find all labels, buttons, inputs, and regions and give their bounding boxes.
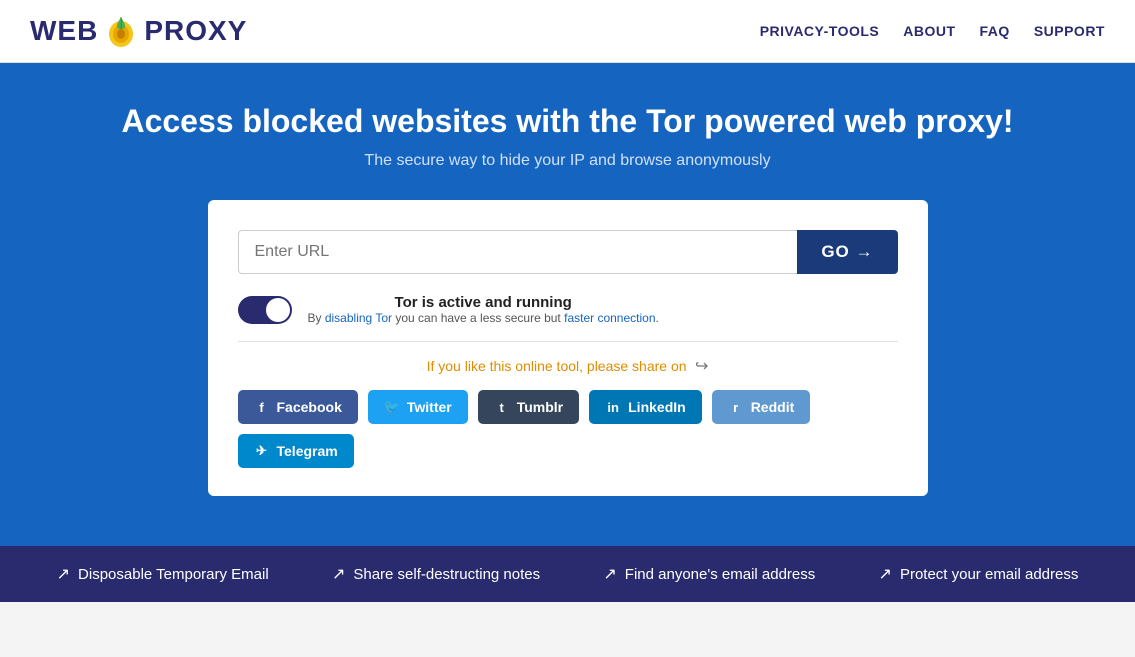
hero-subheading: The secure way to hide your IP and brows… <box>20 152 1115 170</box>
external-link-icon-1: ↗ <box>57 564 70 584</box>
reddit-share-button[interactable]: r Reddit <box>712 390 811 424</box>
linkedin-icon: in <box>605 399 621 415</box>
go-button[interactable]: GO → <box>797 230 897 274</box>
url-input[interactable] <box>238 230 798 274</box>
tumblr-icon: t <box>494 399 510 415</box>
linkedin-label: LinkedIn <box>628 399 686 415</box>
social-buttons: f Facebook 🐦 Twitter t Tumblr in LinkedI… <box>238 390 898 468</box>
external-link-icon-4: ↗ <box>879 564 892 584</box>
logo-icon <box>102 12 140 50</box>
share-text: If you like this online tool, please sha… <box>427 358 687 374</box>
twitter-label: Twitter <box>407 399 452 415</box>
reddit-label: Reddit <box>751 399 795 415</box>
tor-status-title: Tor is active and running <box>308 294 659 311</box>
logo: WEB PROXY <box>30 12 247 50</box>
hero-section: Access blocked websites with the Tor pow… <box>0 63 1135 546</box>
reddit-icon: r <box>728 399 744 415</box>
nav-support[interactable]: SUPPORT <box>1034 23 1105 39</box>
logo-web-text: WEB <box>30 15 98 47</box>
telegram-label: Telegram <box>277 443 338 459</box>
share-arrow-icon: ↪ <box>695 356 708 376</box>
footer-link-self-destruct[interactable]: ↗ Share self-destructing notes <box>332 564 540 584</box>
external-link-icon-2: ↗ <box>332 564 345 584</box>
twitter-share-button[interactable]: 🐦 Twitter <box>368 390 468 424</box>
facebook-icon: f <box>254 399 270 415</box>
tor-faster-link[interactable]: faster connection <box>564 311 655 325</box>
footer-link-label-1: Disposable Temporary Email <box>78 566 269 583</box>
main-nav: PRIVACY-TOOLS ABOUT FAQ SUPPORT <box>760 23 1105 39</box>
footer-link-label-2: Share self-destructing notes <box>353 566 540 583</box>
telegram-icon: ✈ <box>254 443 270 459</box>
logo-proxy-text: PROXY <box>144 15 247 47</box>
share-row: If you like this online tool, please sha… <box>238 356 898 376</box>
twitter-icon: 🐦 <box>384 399 400 415</box>
tor-disable-link[interactable]: disabling Tor <box>325 311 392 325</box>
tor-info: Tor is active and running By disabling T… <box>308 294 659 325</box>
card-divider <box>238 341 898 342</box>
tor-status-desc: By disabling Tor you can have a less sec… <box>308 311 659 325</box>
footer-link-disposable-email[interactable]: ↗ Disposable Temporary Email <box>57 564 269 584</box>
external-link-icon-3: ↗ <box>603 564 616 584</box>
nav-about[interactable]: ABOUT <box>903 23 955 39</box>
linkedin-share-button[interactable]: in LinkedIn <box>589 390 702 424</box>
facebook-label: Facebook <box>277 399 342 415</box>
facebook-share-button[interactable]: f Facebook <box>238 390 358 424</box>
tumblr-label: Tumblr <box>517 399 563 415</box>
footer-link-find-email[interactable]: ↗ Find anyone's email address <box>603 564 815 584</box>
nav-privacy-tools[interactable]: PRIVACY-TOOLS <box>760 23 880 39</box>
tor-toggle[interactable] <box>238 296 292 324</box>
hero-heading: Access blocked websites with the Tor pow… <box>20 103 1115 140</box>
url-row: GO → <box>238 230 898 274</box>
nav-faq[interactable]: FAQ <box>980 23 1010 39</box>
toggle-knob <box>266 298 290 322</box>
footer-link-protect-email[interactable]: ↗ Protect your email address <box>879 564 1079 584</box>
telegram-share-button[interactable]: ✈ Telegram <box>238 434 354 468</box>
footer-link-label-3: Find anyone's email address <box>625 566 815 583</box>
footer: ↗ Disposable Temporary Email ↗ Share sel… <box>0 546 1135 602</box>
tumblr-share-button[interactable]: t Tumblr <box>478 390 579 424</box>
header: WEB PROXY PRIVACY-TOOLS ABOUT FAQ SUPPOR… <box>0 0 1135 63</box>
footer-link-label-4: Protect your email address <box>900 566 1078 583</box>
proxy-card: GO → Tor is active and running By disabl… <box>208 200 928 496</box>
tor-row: Tor is active and running By disabling T… <box>238 294 898 325</box>
